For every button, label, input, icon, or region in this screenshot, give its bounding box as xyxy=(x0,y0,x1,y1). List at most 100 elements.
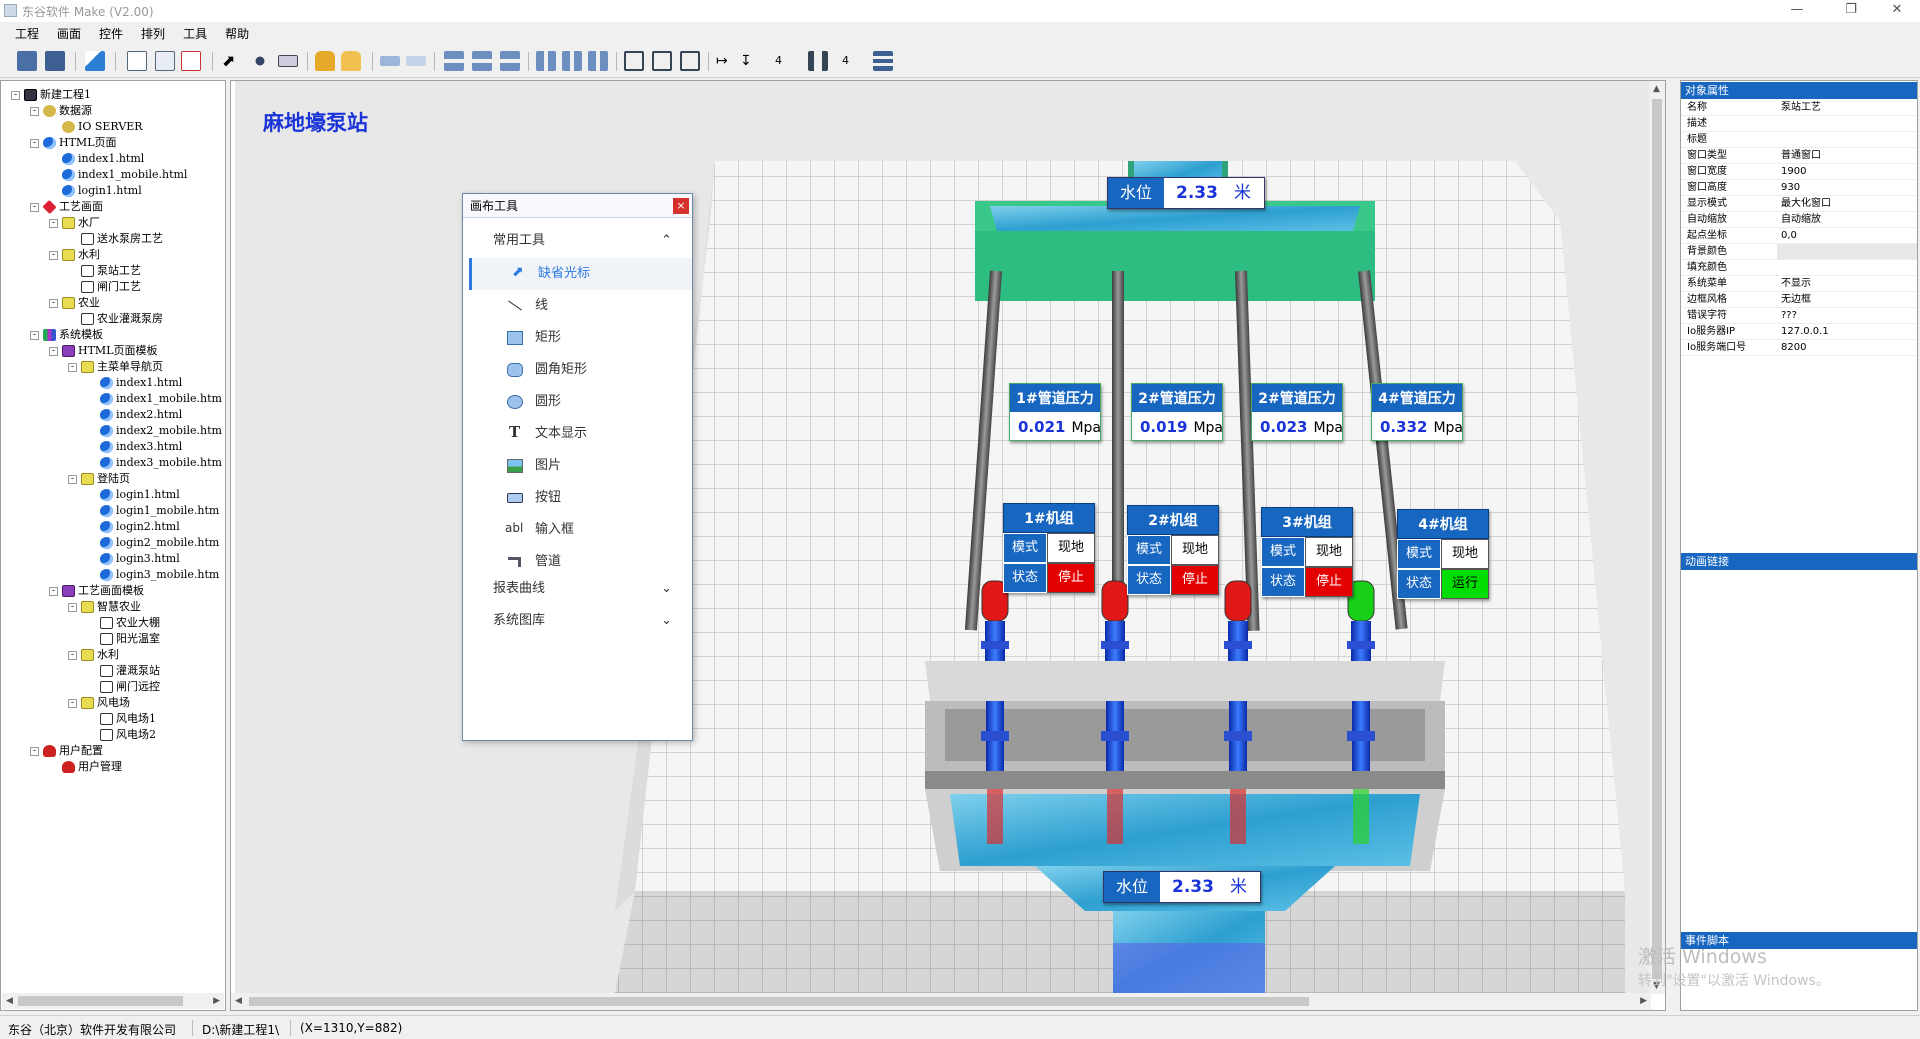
property-row[interactable]: 描述 xyxy=(1681,116,1917,132)
tree-node[interactable]: 农业大棚 xyxy=(87,615,160,631)
palette-title[interactable]: 画布工具 xyxy=(463,194,692,218)
tree-node[interactable]: - HTML页面模板 xyxy=(49,343,158,359)
pressure-display[interactable]: 4#管道压力 0.332 Mpa xyxy=(1371,383,1463,441)
canvas-horizontal-scrollbar[interactable]: ◀ ▶ xyxy=(231,993,1651,1010)
collapse-icon[interactable]: - xyxy=(49,218,58,228)
tree-node[interactable]: - 登陆页 xyxy=(68,471,130,487)
tree-node[interactable]: index2.html xyxy=(87,407,182,423)
property-value[interactable]: 0,0 xyxy=(1777,228,1917,243)
property-value[interactable]: 127.0.0.1 xyxy=(1777,324,1917,339)
design-canvas[interactable]: 麻地壕泵站 水位 2.33 米 水位 2.33 米 1#管道压力 0.021 Mpa… xyxy=(235,81,1663,993)
tree-node[interactable]: 风电场1 xyxy=(87,711,156,727)
property-row[interactable]: 系统菜单 不显示 xyxy=(1681,276,1917,292)
pump-unit-panel[interactable]: 1#机组 模式 现地 状态 停止 xyxy=(1003,503,1095,593)
property-value[interactable] xyxy=(1777,244,1917,259)
ungroup-icon[interactable] xyxy=(406,56,426,66)
publish-icon[interactable] xyxy=(85,51,105,71)
state-value[interactable]: 停止 xyxy=(1305,567,1353,597)
property-value[interactable]: 最大化窗口 xyxy=(1777,196,1917,211)
export-icon[interactable] xyxy=(181,51,201,71)
tree-node[interactable]: 农业灌溉泵房 xyxy=(68,311,163,327)
align-top-icon[interactable] xyxy=(536,51,556,71)
tree-node[interactable]: index3_mobile.htm xyxy=(87,455,222,471)
align-middle-icon[interactable] xyxy=(588,51,608,71)
collapse-icon[interactable]: - xyxy=(68,698,77,708)
mode-value[interactable]: 现地 xyxy=(1305,537,1353,567)
palette-item[interactable]: ⬈ 缺省光标 xyxy=(469,258,692,290)
select-box-icon[interactable] xyxy=(278,55,298,67)
collapse-icon[interactable]: - xyxy=(49,346,58,356)
property-value[interactable] xyxy=(1777,260,1917,275)
property-value[interactable] xyxy=(1777,132,1917,147)
tree-node[interactable]: 送水泵房工艺 xyxy=(68,231,163,247)
tree-node[interactable]: 泵站工艺 xyxy=(68,263,141,279)
tree-node[interactable]: login2_mobile.htm xyxy=(87,535,219,551)
unlock-icon[interactable] xyxy=(341,51,361,71)
close-window-button[interactable]: ✕ xyxy=(1874,0,1920,22)
tree-node[interactable]: login1_mobile.htm xyxy=(87,503,219,519)
tree-node[interactable]: - 数据源 xyxy=(30,103,92,119)
property-row[interactable]: 名称 泵站工艺 xyxy=(1681,100,1917,116)
tree-node[interactable]: index1_mobile.htm xyxy=(87,391,222,407)
pump-unit-panel[interactable]: 2#机组 模式 现地 状态 停止 xyxy=(1127,505,1219,595)
mode-value[interactable]: 现地 xyxy=(1047,533,1095,563)
collapse-icon[interactable]: - xyxy=(49,250,58,260)
tree-node[interactable]: - 新建工程1 xyxy=(11,87,91,103)
tree-node[interactable]: 用户管理 xyxy=(49,759,122,775)
menu-tools[interactable]: 工具 xyxy=(174,22,216,42)
property-row[interactable]: 窗口宽度 1900 xyxy=(1681,164,1917,180)
property-value[interactable]: 不显示 xyxy=(1777,276,1917,291)
property-value[interactable]: 8200 xyxy=(1777,340,1917,355)
tree-node[interactable]: - 水厂 xyxy=(49,215,100,231)
station-title[interactable]: 麻地壕泵站 xyxy=(263,107,368,137)
pump-unit-panel[interactable]: 3#机组 模式 现地 状态 停止 xyxy=(1261,507,1353,597)
tree-node[interactable]: 闸门工艺 xyxy=(68,279,141,295)
menu-project[interactable]: 工程 xyxy=(6,22,48,42)
menu-screen[interactable]: 画面 xyxy=(48,22,90,42)
water-level-bottom[interactable]: 水位 2.33 米 xyxy=(1103,871,1261,903)
tree-scroll-thumb[interactable] xyxy=(18,996,183,1006)
same-width-icon[interactable] xyxy=(624,51,644,71)
tree-node[interactable]: - 工艺画面 xyxy=(30,199,103,215)
group-icon[interactable] xyxy=(380,56,400,66)
tree-node[interactable]: - 用户配置 xyxy=(30,743,103,759)
property-row[interactable]: 窗口类型 普通窗口 xyxy=(1681,148,1917,164)
property-row[interactable]: 边框风格 无边框 xyxy=(1681,292,1917,308)
collapse-icon[interactable]: - xyxy=(30,746,39,756)
collapse-icon[interactable]: - xyxy=(68,602,77,612)
property-row[interactable]: 显示模式 最大化窗口 xyxy=(1681,196,1917,212)
lock-icon[interactable] xyxy=(315,51,335,71)
property-value[interactable]: 泵站工艺 xyxy=(1777,100,1917,115)
tree-node[interactable]: - 水利 xyxy=(49,247,100,263)
copy-page-icon[interactable] xyxy=(155,51,175,71)
palette-item[interactable]: abl 输入框 xyxy=(469,514,692,546)
node-icon[interactable] xyxy=(250,51,270,71)
vertical-scroll-thumb[interactable] xyxy=(1652,99,1662,979)
property-value[interactable] xyxy=(1777,116,1917,131)
tree-node[interactable]: - 水利 xyxy=(68,647,119,663)
tree-node[interactable]: login2.html xyxy=(87,519,180,535)
palette-item[interactable]: 图片 xyxy=(469,450,692,482)
section-system-library[interactable]: 系统图库 ⌄ xyxy=(463,606,692,636)
align-right-icon[interactable] xyxy=(472,51,492,71)
align-left-icon[interactable] xyxy=(444,51,464,71)
property-row[interactable]: 错误字符??? xyxy=(1681,308,1917,324)
tree-node[interactable]: login1.html xyxy=(49,183,142,199)
property-row[interactable]: 背景颜色 xyxy=(1681,244,1917,260)
restore-button[interactable]: ❐ xyxy=(1828,0,1874,22)
property-value[interactable]: 无边框 xyxy=(1777,292,1917,307)
horizontal-scroll-thumb[interactable] xyxy=(249,997,1309,1006)
palette-item[interactable]: 圆角矩形 xyxy=(469,354,692,386)
property-value[interactable]: 普通窗口 xyxy=(1777,148,1917,163)
tree-node[interactable]: 灌溉泵站 xyxy=(87,663,160,679)
pressure-display[interactable]: 2#管道压力 0.023 Mpa xyxy=(1251,383,1343,441)
tree-node[interactable]: - 主菜单导航页 xyxy=(68,359,163,375)
tree-node[interactable]: - 智慧农业 xyxy=(68,599,141,615)
property-row[interactable]: 起点坐标 0,0 xyxy=(1681,228,1917,244)
layers-icon[interactable] xyxy=(873,51,893,71)
pump-unit-panel[interactable]: 4#机组 模式 现地 状态 运行 xyxy=(1397,509,1489,599)
tree-node[interactable]: index2_mobile.htm xyxy=(87,423,222,439)
menu-controls[interactable]: 控件 xyxy=(90,22,132,42)
menu-help[interactable]: 帮助 xyxy=(216,22,258,42)
tree-node[interactable]: - 农业 xyxy=(49,295,100,311)
